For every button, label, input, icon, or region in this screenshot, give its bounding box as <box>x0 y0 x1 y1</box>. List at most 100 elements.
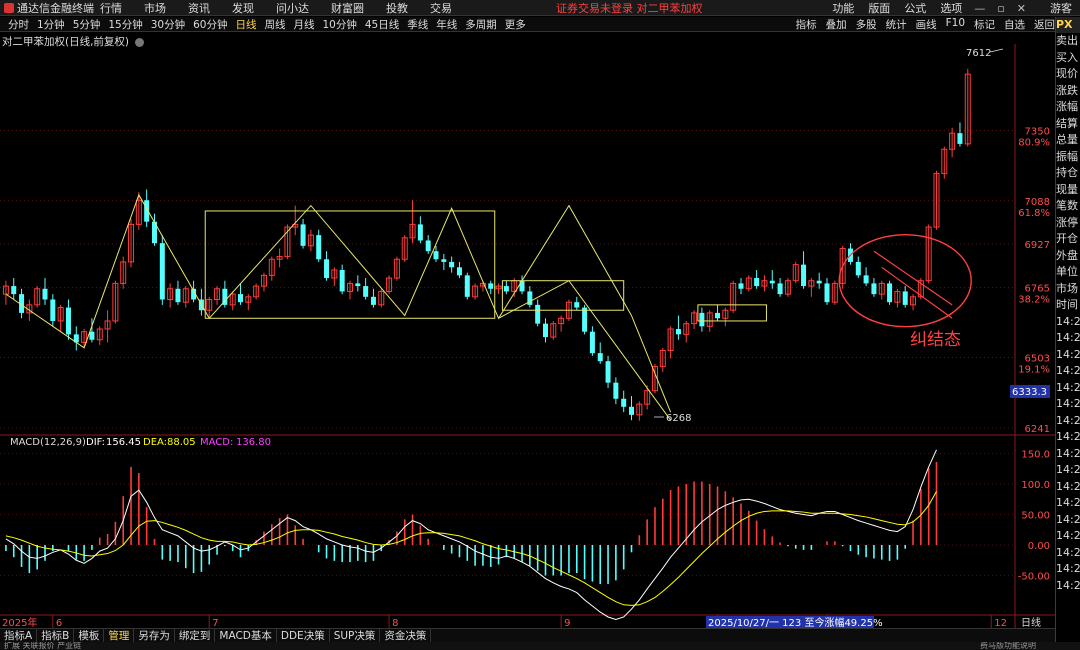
macd-hist-label: MACD: <box>200 437 233 448</box>
status-text[interactable]: 扩展 关联报价 产业链 <box>4 642 81 650</box>
period-45day[interactable]: 45日线 <box>365 17 399 32</box>
candle-body-down <box>574 302 580 308</box>
candle-body-down <box>542 323 548 338</box>
trend-zigzag-line <box>5 193 672 413</box>
menu-item-discover[interactable]: 发现 <box>232 0 254 16</box>
menu-item-education[interactable]: 投教 <box>386 0 408 16</box>
candle-body-down <box>715 312 721 319</box>
price-tick-label: 6927 <box>1025 240 1050 251</box>
close-icon[interactable]: ✕ <box>1017 2 1026 15</box>
tool-watchlist[interactable]: 自选 <box>1004 17 1025 32</box>
candle-body-down <box>855 261 861 276</box>
quote-field-label: 振幅 <box>1056 149 1078 163</box>
menu-item-market[interactable]: 行情 <box>100 0 122 16</box>
menu-item-trade[interactable]: 交易 <box>430 0 452 16</box>
period-yearly[interactable]: 年线 <box>436 17 457 32</box>
tool-overlay[interactable]: 叠加 <box>826 17 847 32</box>
xaxis-year-label: 2025年 <box>2 616 37 628</box>
price-tick-label: 6241 <box>1025 424 1050 435</box>
tool-f10[interactable]: F10 <box>946 17 965 32</box>
range-info-label: 2025/10/27/一 123 至今涨幅49.25% <box>708 616 883 628</box>
period-1min[interactable]: 1分钟 <box>37 17 65 32</box>
period-weekly[interactable]: 周线 <box>265 17 286 32</box>
period-10min[interactable]: 10分钟 <box>323 17 357 32</box>
candle-body-down <box>441 259 447 262</box>
period-30min[interactable]: 30分钟 <box>151 17 185 32</box>
app-title: 通达信金融终端 <box>17 1 94 15</box>
period-5min[interactable]: 5分钟 <box>73 17 101 32</box>
period-timeshare[interactable]: 分时 <box>8 17 29 32</box>
indicator-tab[interactable]: MACD基本 <box>215 628 277 643</box>
tool-back[interactable]: 返回 <box>1034 17 1055 32</box>
tool-draw-line[interactable]: 画线 <box>916 17 937 32</box>
candle-body-down <box>324 259 330 279</box>
kline-chart[interactable]: 纠结态76126268 MACD(12,26,9) DIF: 156.45 DEA: 8… <box>0 44 1055 628</box>
candle-body-down <box>613 382 619 399</box>
menu-options[interactable]: 选项 <box>940 0 962 16</box>
consolidation-label: 纠结态 <box>910 330 961 350</box>
candle-body-down <box>589 331 595 354</box>
menu-layout[interactable]: 版面 <box>868 0 890 16</box>
menu-right: 功能 版面 公式 选项 — ▫ ✕ 游客 <box>818 0 1080 16</box>
quote-field-label: 现价 <box>1056 67 1078 80</box>
tick-time: 14:27 <box>1056 331 1080 344</box>
period-60min[interactable]: 60分钟 <box>193 17 227 32</box>
restore-icon[interactable]: ▫ <box>997 2 1004 15</box>
indicator-tab[interactable]: 另存为 <box>134 628 175 643</box>
chart-tools: 指标 叠加 多股 统计 画线 F10 标记 自选 返回 <box>787 17 1055 32</box>
indicator-tab[interactable]: 指标B <box>37 628 75 643</box>
tick-time: 14:27 <box>1056 430 1080 443</box>
candle-body-down <box>11 286 17 295</box>
tool-statistics[interactable]: 统计 <box>886 17 907 32</box>
candle-body-down <box>675 329 681 335</box>
indicator-tab[interactable]: 管理 <box>104 628 135 643</box>
period-more[interactable]: 更多 <box>505 17 526 32</box>
indicator-tab[interactable]: 模板 <box>74 628 105 643</box>
period-daily[interactable]: 日线 <box>236 17 257 32</box>
menu-item-community[interactable]: 财富圈 <box>331 0 364 16</box>
menu-item-ask[interactable]: 问小达 <box>276 0 309 16</box>
candle-body-down <box>957 133 963 144</box>
period-15min[interactable]: 15分钟 <box>108 17 142 32</box>
menu-item-markets[interactable]: 市场 <box>144 0 166 16</box>
low-price-label: 6268 <box>666 413 691 424</box>
candle-body-down <box>699 312 705 327</box>
quote-field-label: 外盘 <box>1056 248 1078 262</box>
candle-body-down <box>456 267 462 276</box>
quote-field-label: 持仓 <box>1056 166 1078 179</box>
candle-body-down <box>363 286 369 297</box>
period-quarterly[interactable]: 季线 <box>407 17 428 32</box>
candle-body-down <box>464 275 470 297</box>
period-monthly[interactable]: 月线 <box>294 17 315 32</box>
tool-indicator[interactable]: 指标 <box>796 17 817 32</box>
indicator-tab[interactable]: DDE决策 <box>277 628 330 643</box>
status-right[interactable]: 费马版功能说明 <box>980 642 1036 650</box>
period-multi[interactable]: 多周期 <box>465 17 497 32</box>
guest-user[interactable]: 游客 <box>1050 0 1072 16</box>
indicator-tab[interactable]: SUP决策 <box>330 628 381 643</box>
price-pct-label: 61.8% <box>1018 208 1050 219</box>
menu-function[interactable]: 功能 <box>832 0 854 16</box>
menu-item-news[interactable]: 资讯 <box>188 0 210 16</box>
tick-time: 14:27 <box>1056 529 1080 542</box>
tick-time: 14:27 <box>1056 347 1080 361</box>
indicator-tab[interactable]: 资金决策 <box>380 628 432 643</box>
login-notice[interactable]: 证券交易未登录 对二甲苯加权 <box>556 0 703 16</box>
candle-body-down <box>355 283 361 287</box>
menu-formula[interactable]: 公式 <box>904 0 926 16</box>
quote-field-label: 涨停 <box>1056 215 1078 229</box>
minimize-icon[interactable]: — <box>974 2 985 15</box>
tool-multi-stock[interactable]: 多股 <box>856 17 877 32</box>
quote-field-label: 结算 <box>1056 116 1078 130</box>
price-tick-label: 7350 <box>1025 126 1050 137</box>
tick-time: 14:27 <box>1056 463 1080 476</box>
candle-body-down <box>300 224 306 246</box>
tool-mark[interactable]: 标记 <box>974 17 995 32</box>
indicator-tab[interactable]: 指标A <box>0 628 38 643</box>
high-price-label: 7612 <box>966 48 991 59</box>
indicator-tab[interactable]: 绑定到 <box>175 628 216 643</box>
candle-body-down <box>175 288 181 303</box>
macd-tick-label: 50.00 <box>1021 511 1050 522</box>
candle-body-down <box>65 307 71 335</box>
quote-field-label: 涨跌 <box>1056 83 1078 97</box>
